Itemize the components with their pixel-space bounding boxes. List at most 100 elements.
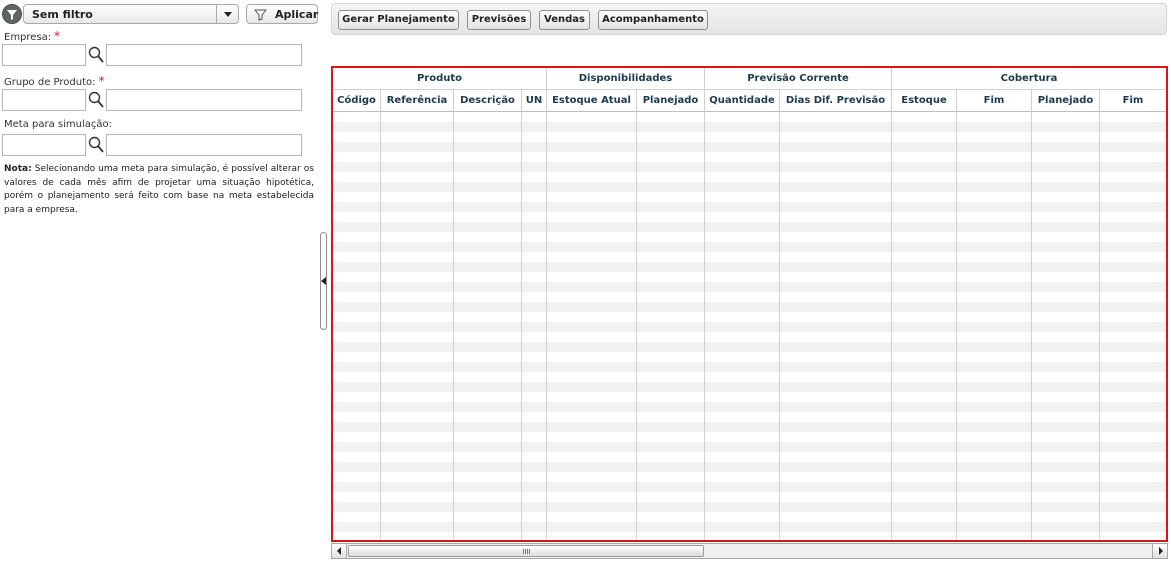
magnifier-icon[interactable] xyxy=(88,91,104,109)
column-divider xyxy=(891,112,892,540)
column-divider xyxy=(1031,112,1032,540)
grupo-produto-label-text: Grupo de Produto: xyxy=(4,77,96,88)
table-row xyxy=(333,172,1166,182)
table-row xyxy=(333,282,1166,292)
planning-grid: Produto Disponibilidades Previsão Corren… xyxy=(331,66,1168,542)
column-header-un[interactable]: UN xyxy=(522,90,547,112)
empresa-label: Empresa: * xyxy=(4,29,60,43)
grid-body[interactable] xyxy=(333,112,1166,540)
left-panel: Sem filtro Aplicar Empresa: * Grupo de Pr… xyxy=(0,0,318,563)
grupo-produto-label: Grupo de Produto: * xyxy=(4,74,104,88)
table-row xyxy=(333,362,1166,372)
table-row xyxy=(333,142,1166,152)
table-row xyxy=(333,442,1166,452)
scrollbar-thumb[interactable] xyxy=(348,545,704,557)
column-divider xyxy=(704,112,705,540)
table-row xyxy=(333,352,1166,362)
grid-inner: Produto Disponibilidades Previsão Corren… xyxy=(333,68,1166,540)
table-row xyxy=(333,382,1166,392)
table-row xyxy=(333,182,1166,192)
table-row xyxy=(333,122,1166,132)
table-row xyxy=(333,452,1166,462)
table-row xyxy=(333,162,1166,172)
table-row xyxy=(333,152,1166,162)
table-row xyxy=(333,242,1166,252)
column-divider xyxy=(546,112,547,540)
acompanhamento-button[interactable]: Acompanhamento xyxy=(598,10,708,30)
column-header-estoque-atual[interactable]: Estoque Atual xyxy=(547,90,637,112)
chevron-down-icon[interactable] xyxy=(216,5,238,23)
table-row xyxy=(333,522,1166,532)
table-row xyxy=(333,292,1166,302)
filter-menu-button[interactable] xyxy=(2,4,22,24)
table-row xyxy=(333,392,1166,402)
table-row xyxy=(333,262,1166,272)
column-header-quantidade[interactable]: Quantidade xyxy=(705,90,780,112)
table-row xyxy=(333,502,1166,512)
table-row xyxy=(333,202,1166,212)
magnifier-icon[interactable] xyxy=(88,46,104,64)
note-text: Selecionando uma meta para simulação, é … xyxy=(4,164,314,215)
empresa-label-text: Empresa: xyxy=(4,32,52,43)
column-header-planejado[interactable]: Planejado xyxy=(637,90,705,112)
table-row xyxy=(333,492,1166,502)
grupo-produto-description-input[interactable] xyxy=(106,89,302,111)
column-header-codigo[interactable]: Código xyxy=(333,90,381,112)
column-divider xyxy=(779,112,780,540)
column-header-dias-dif-previsao[interactable]: Dias Dif. Previsão xyxy=(780,90,892,112)
group-header-cobertura: Cobertura xyxy=(892,68,1166,90)
table-row xyxy=(333,432,1166,442)
table-row xyxy=(333,322,1166,332)
column-divider xyxy=(956,112,957,540)
table-row xyxy=(333,332,1166,342)
scroll-left-icon[interactable] xyxy=(332,544,347,558)
previsoes-button[interactable]: Previsões xyxy=(467,10,531,30)
meta-code-input[interactable] xyxy=(2,134,86,156)
table-row xyxy=(333,192,1166,202)
table-row xyxy=(333,532,1166,540)
table-row xyxy=(333,252,1166,262)
column-header-planejado-cobertura[interactable]: Planejado xyxy=(1032,90,1100,112)
empresa-code-input[interactable] xyxy=(2,44,86,66)
table-row xyxy=(333,412,1166,422)
vendas-button[interactable]: Vendas xyxy=(539,10,590,30)
table-row xyxy=(333,232,1166,242)
table-row xyxy=(333,302,1166,312)
column-header-estoque[interactable]: Estoque xyxy=(892,90,957,112)
magnifier-icon[interactable] xyxy=(88,136,104,154)
table-row xyxy=(333,402,1166,412)
table-row xyxy=(333,472,1166,482)
column-header-referencia[interactable]: Referência xyxy=(381,90,454,112)
toolbar: Gerar Planejamento Previsões Vendas Acom… xyxy=(331,3,1167,35)
empresa-description-input[interactable] xyxy=(106,44,302,66)
table-row xyxy=(333,422,1166,432)
filter-row: Sem filtro Aplicar xyxy=(2,4,318,24)
table-row xyxy=(333,512,1166,522)
required-mark: * xyxy=(54,29,61,43)
column-divider xyxy=(380,112,381,540)
filter-select[interactable]: Sem filtro xyxy=(23,4,239,24)
column-header-descricao[interactable]: Descrição xyxy=(454,90,522,112)
apply-filter-button[interactable]: Aplicar xyxy=(246,4,318,24)
column-divider xyxy=(636,112,637,540)
note-label: Nota: xyxy=(4,164,32,174)
group-header-disponibilidades: Disponibilidades xyxy=(547,68,705,90)
simulation-note: Nota: Selecionando uma meta para simulaç… xyxy=(4,163,314,217)
filter-select-value: Sem filtro xyxy=(32,8,93,21)
table-row xyxy=(333,212,1166,222)
column-divider xyxy=(1099,112,1100,540)
horizontal-scrollbar[interactable] xyxy=(331,543,1168,559)
column-header-fim[interactable]: Fim xyxy=(957,90,1032,112)
column-divider xyxy=(521,112,522,540)
filter-icon xyxy=(254,9,267,21)
meta-description-input[interactable] xyxy=(106,134,302,156)
scroll-right-icon[interactable] xyxy=(1152,544,1167,558)
required-mark: * xyxy=(98,74,105,88)
gerar-planejamento-button[interactable]: Gerar Planejamento xyxy=(338,10,459,30)
group-header-produto: Produto xyxy=(333,68,547,90)
apply-filter-label: Aplicar xyxy=(275,8,319,21)
collapse-left-icon[interactable] xyxy=(320,232,327,330)
grupo-produto-code-input[interactable] xyxy=(2,89,86,111)
column-header-fim-cobertura[interactable]: Fim xyxy=(1100,90,1166,112)
table-row xyxy=(333,482,1166,492)
